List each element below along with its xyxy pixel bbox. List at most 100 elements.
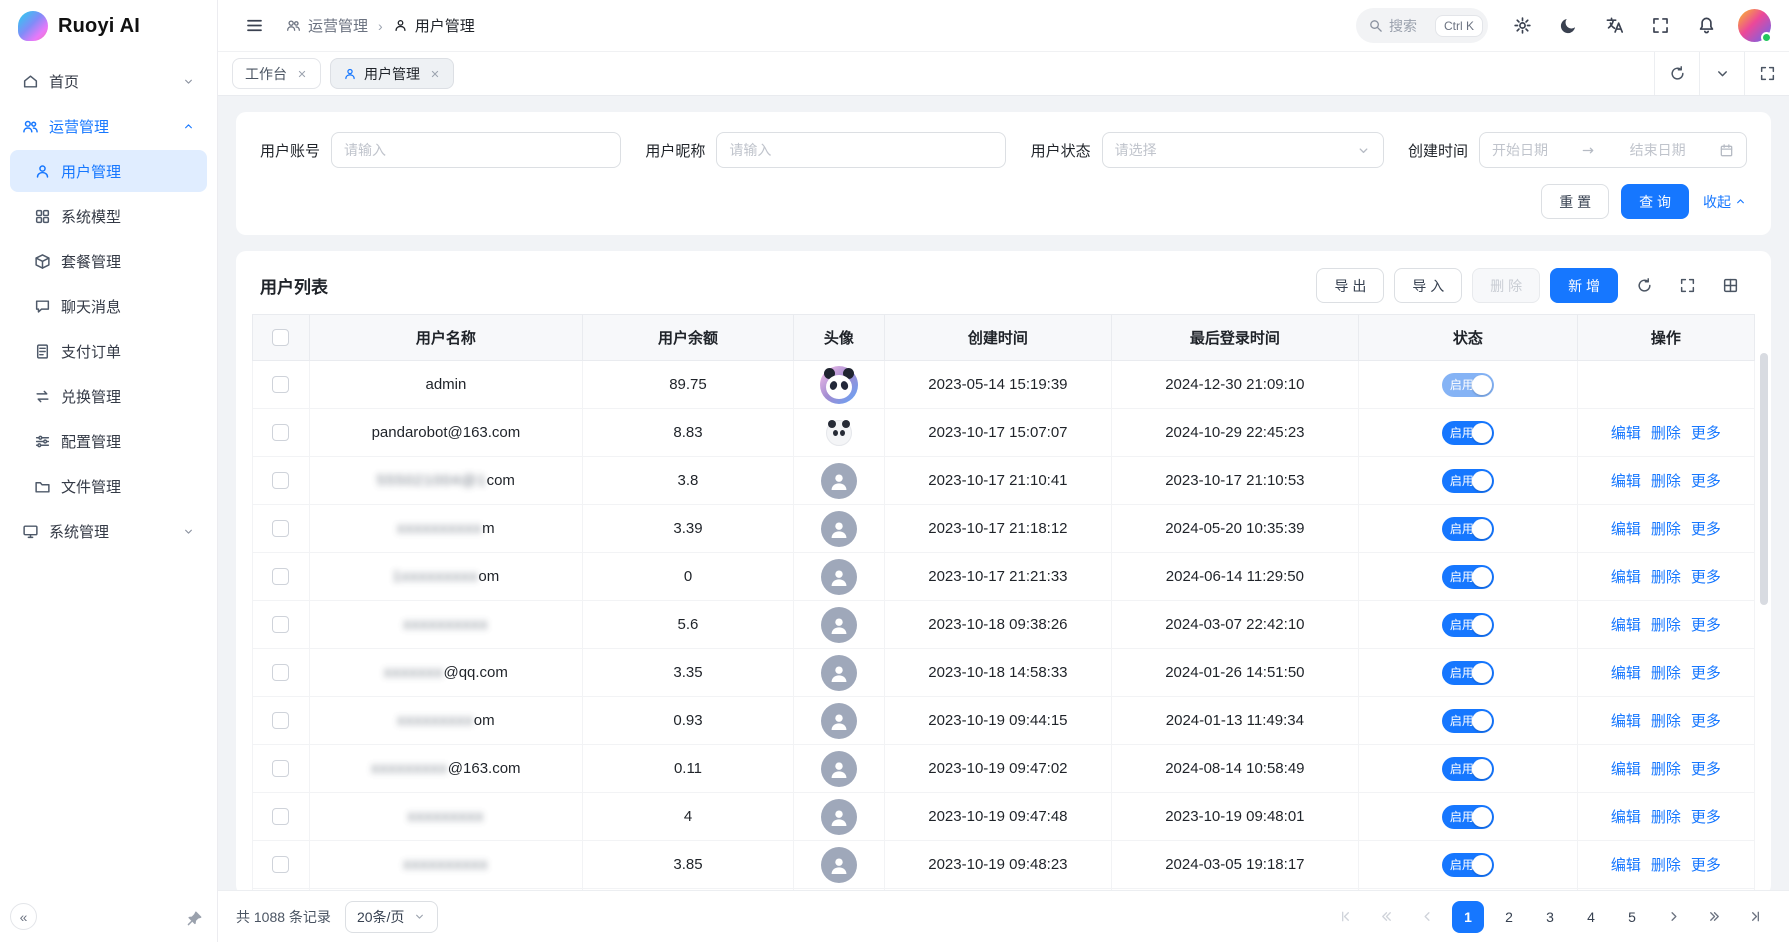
page-size-select[interactable]: 20条/页 bbox=[345, 901, 438, 933]
row-action-edit[interactable]: 编辑 bbox=[1611, 521, 1641, 538]
tabs-menu-chevron-icon[interactable] bbox=[1699, 52, 1744, 95]
pin-icon[interactable] bbox=[186, 910, 203, 927]
row-action-more[interactable]: 更多 bbox=[1691, 761, 1721, 778]
row-action-delete[interactable]: 删除 bbox=[1651, 761, 1681, 778]
row-checkbox[interactable] bbox=[272, 760, 289, 777]
row-action-edit[interactable]: 编辑 bbox=[1611, 617, 1641, 634]
row-action-delete[interactable]: 删除 bbox=[1651, 857, 1681, 874]
page-button-2[interactable]: 2 bbox=[1493, 901, 1525, 933]
account-input[interactable] bbox=[331, 132, 621, 168]
menu-toggle-icon[interactable] bbox=[236, 8, 272, 44]
row-action-more[interactable]: 更多 bbox=[1691, 809, 1721, 826]
language-translate-icon[interactable] bbox=[1596, 8, 1632, 44]
row-checkbox[interactable] bbox=[272, 712, 289, 729]
status-toggle[interactable]: 启用 bbox=[1442, 613, 1494, 637]
status-toggle[interactable]: 启用 bbox=[1442, 709, 1494, 733]
select-all-checkbox[interactable] bbox=[272, 329, 289, 346]
row-action-delete[interactable]: 删除 bbox=[1651, 617, 1681, 634]
status-toggle[interactable]: 启用 bbox=[1442, 757, 1494, 781]
sidebar-item-system-model[interactable]: 系统模型 bbox=[10, 195, 207, 237]
reset-button[interactable]: 重 置 bbox=[1541, 184, 1609, 219]
status-toggle[interactable]: 启用 bbox=[1442, 469, 1494, 493]
sidebar-item-package-management[interactable]: 套餐管理 bbox=[10, 240, 207, 282]
first-page-button[interactable] bbox=[1329, 901, 1361, 933]
page-button-1[interactable]: 1 bbox=[1452, 901, 1484, 933]
sidebar-collapse-button[interactable]: « bbox=[10, 903, 37, 930]
nickname-input[interactable] bbox=[716, 132, 1006, 168]
sidebar-item-user-management[interactable]: 用户管理 bbox=[10, 150, 207, 192]
refresh-table-icon[interactable] bbox=[1628, 269, 1661, 302]
collapse-filter-link[interactable]: 收起 bbox=[1703, 192, 1747, 212]
sidebar-item-home[interactable]: 首页 bbox=[10, 60, 207, 102]
row-action-delete[interactable]: 删除 bbox=[1651, 425, 1681, 442]
row-action-more[interactable]: 更多 bbox=[1691, 617, 1721, 634]
column-settings-grid-icon[interactable] bbox=[1714, 269, 1747, 302]
row-action-more[interactable]: 更多 bbox=[1691, 569, 1721, 586]
last-page-button[interactable] bbox=[1739, 901, 1771, 933]
row-action-delete[interactable]: 删除 bbox=[1651, 521, 1681, 538]
user-avatar[interactable] bbox=[1738, 9, 1771, 42]
row-checkbox[interactable] bbox=[272, 376, 289, 393]
row-checkbox[interactable] bbox=[272, 856, 289, 873]
row-action-more[interactable]: 更多 bbox=[1691, 857, 1721, 874]
row-action-edit[interactable]: 编辑 bbox=[1611, 809, 1641, 826]
date-range-picker[interactable]: 开始日期 结束日期 bbox=[1479, 132, 1747, 168]
page-button-5[interactable]: 5 bbox=[1616, 901, 1648, 933]
row-action-delete[interactable]: 删除 bbox=[1651, 473, 1681, 490]
tab-workbench[interactable]: 工作台 bbox=[232, 58, 321, 89]
row-action-edit[interactable]: 编辑 bbox=[1611, 857, 1641, 874]
add-button[interactable]: 新 增 bbox=[1550, 268, 1618, 303]
page-button-4[interactable]: 4 bbox=[1575, 901, 1607, 933]
row-checkbox[interactable] bbox=[272, 808, 289, 825]
settings-gear-icon[interactable] bbox=[1504, 8, 1540, 44]
tab-user-management[interactable]: 用户管理 bbox=[330, 58, 454, 89]
status-toggle[interactable]: 启用 bbox=[1442, 853, 1494, 877]
row-checkbox[interactable] bbox=[272, 568, 289, 585]
row-checkbox[interactable] bbox=[272, 520, 289, 537]
status-toggle[interactable]: 启用 bbox=[1442, 661, 1494, 685]
row-action-more[interactable]: 更多 bbox=[1691, 425, 1721, 442]
row-action-edit[interactable]: 编辑 bbox=[1611, 713, 1641, 730]
breadcrumb-item[interactable]: 运营管理 bbox=[286, 15, 368, 36]
sidebar-item-file-management[interactable]: 文件管理 bbox=[10, 465, 207, 507]
sidebar-item-operations[interactable]: 运营管理 bbox=[10, 105, 207, 147]
row-action-more[interactable]: 更多 bbox=[1691, 473, 1721, 490]
sidebar-item-exchange-management[interactable]: 兑换管理 bbox=[10, 375, 207, 417]
next-group-button[interactable] bbox=[1698, 901, 1730, 933]
row-action-delete[interactable]: 删除 bbox=[1651, 713, 1681, 730]
table-scrollbar[interactable] bbox=[1760, 353, 1768, 605]
status-toggle[interactable]: 启用 bbox=[1442, 373, 1494, 397]
row-action-edit[interactable]: 编辑 bbox=[1611, 425, 1641, 442]
row-checkbox[interactable] bbox=[272, 664, 289, 681]
row-action-more[interactable]: 更多 bbox=[1691, 665, 1721, 682]
status-toggle[interactable]: 启用 bbox=[1442, 421, 1494, 445]
close-icon[interactable] bbox=[296, 68, 308, 80]
import-button[interactable]: 导 入 bbox=[1394, 268, 1462, 303]
sidebar-item-chat-messages[interactable]: 聊天消息 bbox=[10, 285, 207, 327]
prev-page-button[interactable] bbox=[1411, 901, 1443, 933]
sidebar-item-config-management[interactable]: 配置管理 bbox=[10, 420, 207, 462]
row-action-delete[interactable]: 删除 bbox=[1651, 809, 1681, 826]
status-toggle[interactable]: 启用 bbox=[1442, 565, 1494, 589]
breadcrumb-item[interactable]: 用户管理 bbox=[393, 15, 475, 36]
row-action-edit[interactable]: 编辑 bbox=[1611, 761, 1641, 778]
sidebar-item-payment-orders[interactable]: 支付订单 bbox=[10, 330, 207, 372]
row-action-more[interactable]: 更多 bbox=[1691, 521, 1721, 538]
close-icon[interactable] bbox=[429, 68, 441, 80]
global-search[interactable]: 搜索 Ctrl K bbox=[1356, 8, 1488, 43]
refresh-page-icon[interactable] bbox=[1654, 52, 1699, 95]
row-checkbox[interactable] bbox=[272, 424, 289, 441]
content-maximize-icon[interactable] bbox=[1744, 52, 1789, 95]
row-action-edit[interactable]: 编辑 bbox=[1611, 473, 1641, 490]
fullscreen-icon[interactable] bbox=[1642, 8, 1678, 44]
status-select[interactable]: 请选择 bbox=[1102, 132, 1384, 168]
prev-group-button[interactable] bbox=[1370, 901, 1402, 933]
notifications-bell-icon[interactable] bbox=[1688, 8, 1724, 44]
row-action-edit[interactable]: 编辑 bbox=[1611, 569, 1641, 586]
table-fullscreen-icon[interactable] bbox=[1671, 269, 1704, 302]
dark-mode-moon-icon[interactable] bbox=[1550, 8, 1586, 44]
row-action-delete[interactable]: 删除 bbox=[1651, 665, 1681, 682]
row-action-edit[interactable]: 编辑 bbox=[1611, 665, 1641, 682]
status-toggle[interactable]: 启用 bbox=[1442, 517, 1494, 541]
status-toggle[interactable]: 启用 bbox=[1442, 805, 1494, 829]
